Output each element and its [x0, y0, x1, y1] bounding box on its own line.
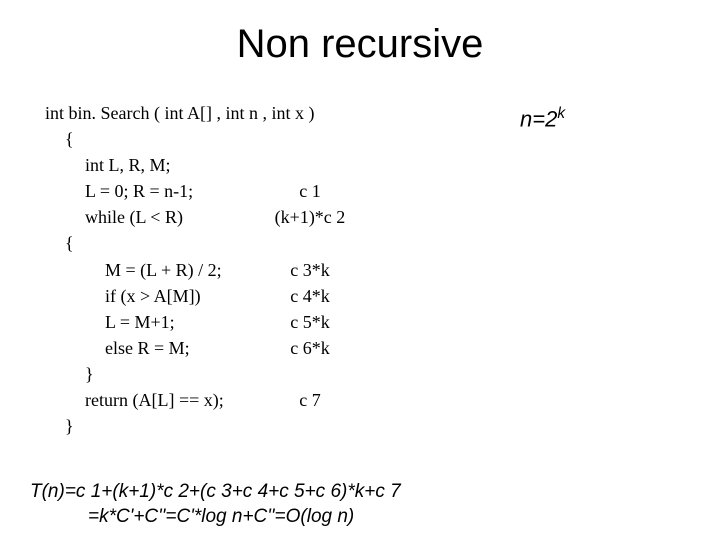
- cost-l-assign: c 5*k: [265, 309, 355, 335]
- code-l-assign: L = M+1;: [45, 309, 175, 335]
- code-return: return (A[L] == x);: [45, 387, 224, 413]
- formula-line-1: T(n)=c 1+(k+1)*c 2+(c 3+c 4+c 5+c 6)*k+c…: [30, 480, 401, 505]
- code-signature: int bin. Search ( int A[] , int n , int …: [45, 100, 314, 126]
- code-inner-brace-open: {: [45, 230, 74, 256]
- formula-line-2: =k*C'+C''=C'*log n+C''=O(log n): [30, 505, 401, 530]
- complexity-formula: T(n)=c 1+(k+1)*c 2+(c 3+c 4+c 5+c 6)*k+c…: [30, 480, 401, 529]
- code-brace-close: }: [45, 413, 74, 439]
- slide-title: Non recursive: [0, 22, 720, 67]
- code-decl: int L, R, M;: [45, 152, 171, 178]
- code-inner-brace-close: }: [45, 361, 94, 387]
- code-init: L = 0; R = n-1;: [45, 178, 193, 204]
- code-while: while (L < R): [45, 204, 183, 230]
- code-block: int bin. Search ( int A[] , int n , int …: [45, 100, 314, 439]
- cost-m-assign: c 3*k: [265, 257, 355, 283]
- code-else: else R = M;: [45, 335, 190, 361]
- cost-if: c 4*k: [265, 283, 355, 309]
- cost-init: c 1: [265, 178, 355, 204]
- code-m-assign: M = (L + R) / 2;: [45, 257, 222, 283]
- note-prefix: n=2: [520, 106, 557, 131]
- note-n-equals-2k: n=2k: [520, 105, 565, 132]
- note-superscript: k: [557, 105, 565, 122]
- cost-return: c 7: [265, 387, 355, 413]
- cost-while: (k+1)*c 2: [265, 204, 355, 230]
- slide: Non recursive n=2k int bin. Search ( int…: [0, 0, 720, 540]
- cost-else: c 6*k: [265, 335, 355, 361]
- code-brace-open: {: [45, 126, 74, 152]
- code-if: if (x > A[M]): [45, 283, 201, 309]
